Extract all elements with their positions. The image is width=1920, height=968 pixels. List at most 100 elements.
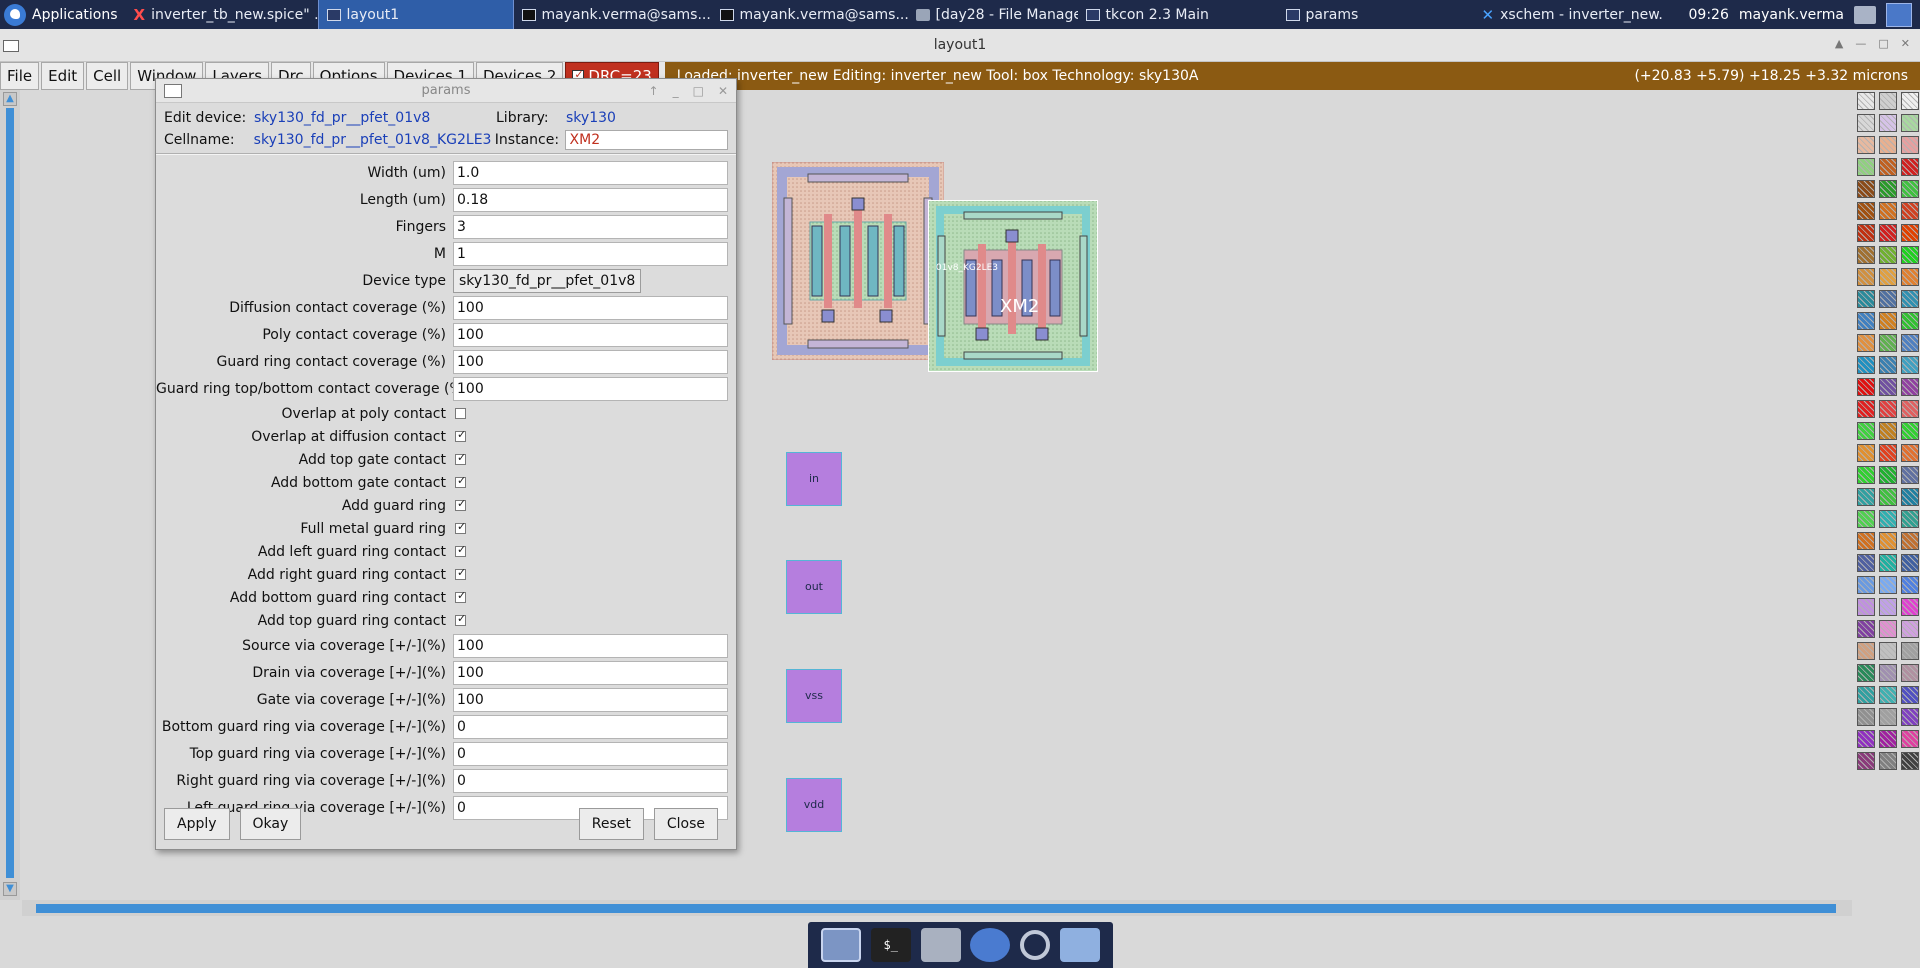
layer-swatch[interactable] (1901, 224, 1919, 242)
layer-swatch[interactable] (1901, 642, 1919, 660)
layer-swatch[interactable] (1901, 202, 1919, 220)
layer-swatch[interactable] (1857, 202, 1875, 220)
add-guard-ring-checkbox[interactable] (455, 497, 466, 511)
layer-swatch[interactable] (1901, 114, 1919, 132)
full-metal-guard-ring-checkbox[interactable] (455, 520, 466, 534)
bottom-guard-ring-via-coverage-input[interactable] (453, 714, 728, 739)
layer-swatch[interactable] (1879, 576, 1897, 594)
layer-swatch[interactable] (1879, 686, 1897, 704)
guard-ring-contact-coverage-input[interactable] (453, 349, 728, 374)
layer-swatch[interactable] (1901, 400, 1919, 418)
menu-file[interactable]: File (0, 62, 40, 90)
layer-swatch[interactable] (1901, 620, 1919, 638)
layer-swatch[interactable] (1857, 224, 1875, 242)
layer-swatch[interactable] (1901, 158, 1919, 176)
add-bottom-guard-ring-contact-checkbox[interactable] (455, 589, 466, 603)
layer-swatch[interactable] (1879, 664, 1897, 682)
task-terminal-1[interactable]: mayank.verma@sams... (514, 0, 712, 29)
layer-swatch[interactable] (1879, 378, 1897, 396)
layer-swatch[interactable] (1857, 180, 1875, 198)
layer-swatch[interactable] (1857, 92, 1875, 110)
add-left-guard-ring-contact-checkbox[interactable] (455, 543, 466, 557)
okay-button[interactable]: Okay (239, 808, 302, 840)
horizontal-scrollbar[interactable] (22, 900, 1852, 916)
layer-swatch[interactable] (1901, 554, 1919, 572)
layer-swatch[interactable] (1879, 752, 1897, 770)
poly-contact-coverage-input[interactable] (453, 322, 728, 347)
layer-swatch[interactable] (1879, 180, 1897, 198)
web-browser-icon[interactable] (970, 928, 1011, 962)
pin-vss[interactable]: vss (786, 669, 842, 723)
screenshot-icon[interactable] (1854, 5, 1876, 24)
layer-swatch[interactable] (1879, 510, 1897, 528)
top-guard-ring-via-coverage-input[interactable] (453, 741, 728, 766)
layer-swatch[interactable] (1901, 730, 1919, 748)
layer-swatch[interactable] (1879, 290, 1897, 308)
layer-swatch[interactable] (1879, 444, 1897, 462)
source-via-coverage-input[interactable] (453, 633, 728, 658)
layer-swatch[interactable] (1879, 312, 1897, 330)
layer-swatch[interactable] (1879, 598, 1897, 616)
layer-swatch[interactable] (1901, 422, 1919, 440)
layer-swatch[interactable] (1857, 598, 1875, 616)
layer-swatch[interactable] (1901, 510, 1919, 528)
layer-swatch[interactable] (1901, 268, 1919, 286)
close-icon[interactable]: ✕ (1901, 37, 1910, 50)
layer-swatch[interactable] (1857, 708, 1875, 726)
overlap-at-poly-contact-checkbox[interactable] (455, 408, 466, 419)
layer-swatch[interactable] (1901, 708, 1919, 726)
task-tkcon[interactable]: tkcon 2.3 Main (1078, 0, 1278, 29)
add-right-guard-ring-contact-checkbox[interactable] (455, 566, 466, 580)
device-cell-xm2[interactable]: 01v8_KG2LE3 XM2 (928, 200, 1098, 372)
layer-swatch[interactable] (1901, 180, 1919, 198)
layer-swatch[interactable] (1879, 246, 1897, 264)
home-folder-icon[interactable] (920, 928, 961, 962)
task-layout1[interactable]: layout1 (317, 0, 514, 29)
diffusion-contact-coverage-input[interactable] (453, 295, 728, 320)
task-terminal-2[interactable]: mayank.verma@sams... (712, 0, 908, 29)
layer-swatch[interactable] (1901, 378, 1919, 396)
layer-swatch[interactable] (1879, 334, 1897, 352)
layer-swatch[interactable] (1879, 466, 1897, 484)
layer-swatch[interactable] (1879, 158, 1897, 176)
layer-swatch[interactable] (1901, 356, 1919, 374)
instance-field[interactable]: XM2 (564, 130, 728, 150)
layer-swatch[interactable] (1879, 202, 1897, 220)
search-icon[interactable] (1020, 930, 1051, 960)
layer-swatch[interactable] (1901, 312, 1919, 330)
layer-swatch[interactable] (1879, 730, 1897, 748)
close-icon[interactable]: ✕ (718, 79, 728, 103)
layer-swatch[interactable] (1901, 444, 1919, 462)
maximize-icon[interactable]: □ (1878, 37, 1888, 50)
layer-swatch[interactable] (1857, 334, 1875, 352)
layer-swatch[interactable] (1901, 334, 1919, 352)
layer-swatch[interactable] (1857, 730, 1875, 748)
layer-swatch[interactable] (1901, 290, 1919, 308)
m-input[interactable] (453, 241, 728, 266)
layer-swatch[interactable] (1879, 356, 1897, 374)
clock[interactable]: 09:26 (1689, 7, 1729, 23)
pin-out[interactable]: out (786, 560, 842, 614)
vertical-scrollbar[interactable]: ▲ ▼ (0, 90, 20, 900)
layer-swatch[interactable] (1901, 466, 1919, 484)
drain-via-coverage-input[interactable] (453, 660, 728, 685)
layer-swatch[interactable] (1857, 246, 1875, 264)
layer-swatch[interactable] (1879, 708, 1897, 726)
shade-icon[interactable]: ▲ (1835, 37, 1843, 50)
layer-swatch[interactable] (1857, 576, 1875, 594)
window-menu-icon[interactable] (164, 84, 182, 98)
layer-swatch[interactable] (1857, 356, 1875, 374)
device-type-button[interactable]: sky130_fd_pr__pfet_01v8 (453, 268, 642, 293)
guard-ring-top-bottom-contact-coverage-input[interactable] (453, 376, 728, 401)
layer-swatch[interactable] (1857, 114, 1875, 132)
params-titlebar[interactable]: params ↑ _ □ ✕ (156, 79, 736, 103)
layer-swatch[interactable] (1901, 92, 1919, 110)
shade-icon[interactable]: ↑ (649, 79, 659, 103)
layer-swatch[interactable] (1879, 422, 1897, 440)
apply-button[interactable]: Apply (164, 808, 230, 840)
layer-swatch[interactable] (1857, 532, 1875, 550)
layer-swatch[interactable] (1901, 532, 1919, 550)
layer-swatch[interactable] (1857, 664, 1875, 682)
layer-swatch[interactable] (1857, 554, 1875, 572)
overlap-at-diffusion-contact-checkbox[interactable] (455, 428, 466, 442)
